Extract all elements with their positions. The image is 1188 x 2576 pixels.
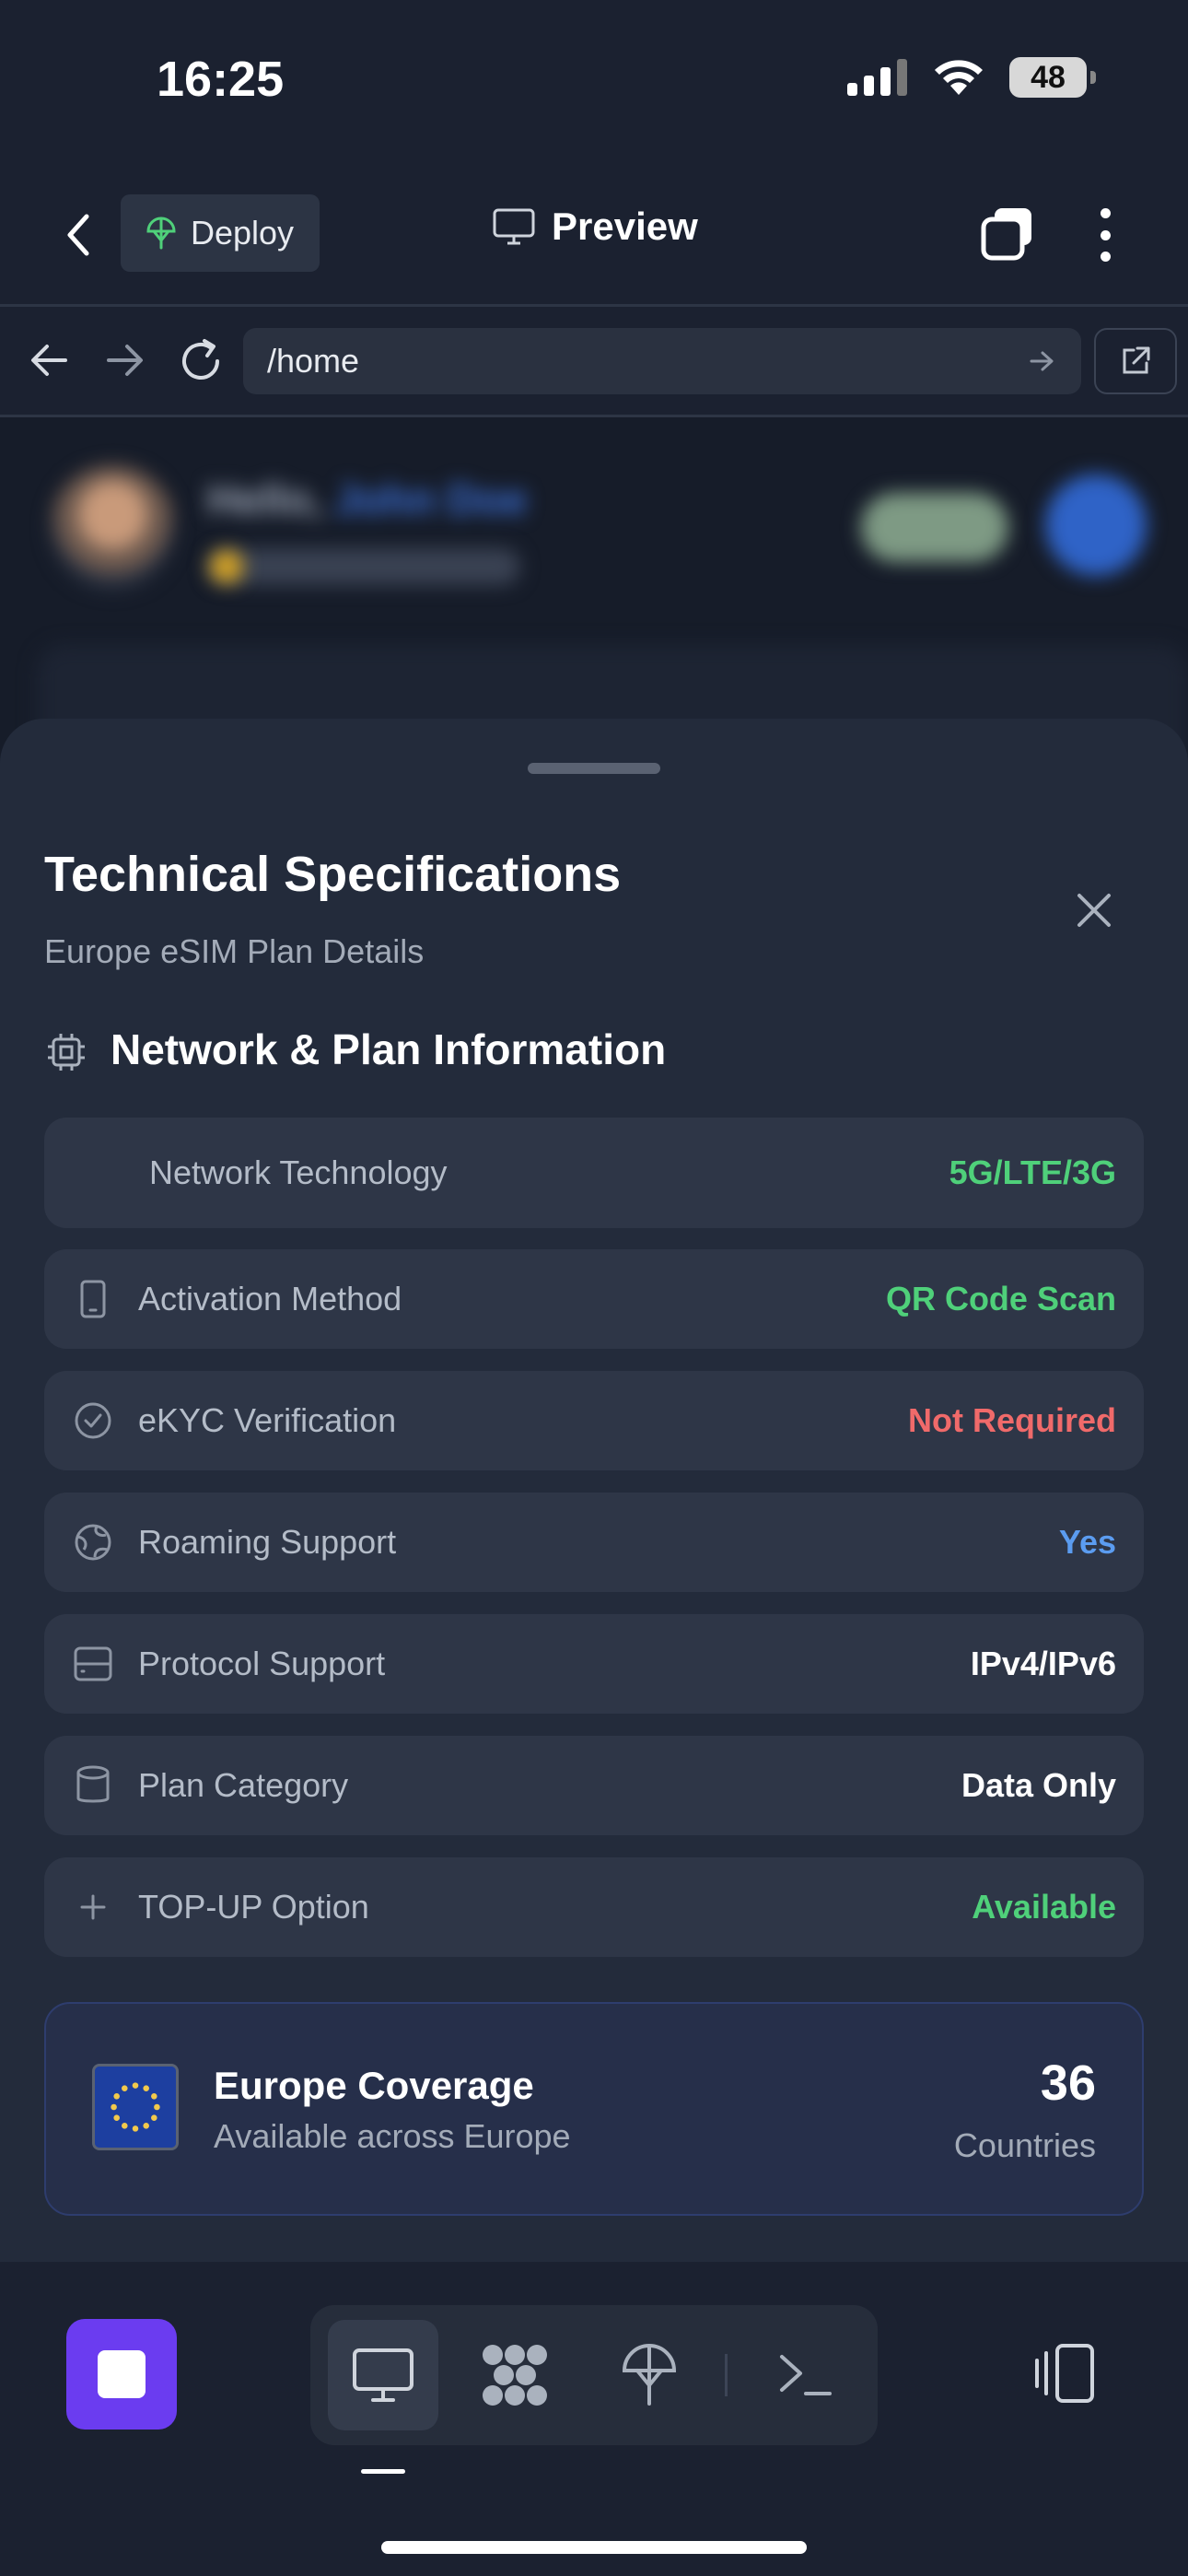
- dot: [1100, 229, 1111, 240]
- dot: [1100, 252, 1111, 262]
- section-title: Network & Plan Information: [111, 1025, 667, 1073]
- grid-blob-icon: [483, 2345, 547, 2406]
- tool-preview[interactable]: [342, 2334, 425, 2417]
- greeting: Hello, John Doe: [207, 474, 528, 524]
- deploy-label: Deploy: [191, 214, 295, 252]
- terminal-icon: [780, 2355, 832, 2395]
- chevron-left-icon: [67, 214, 89, 256]
- dot: [1100, 208, 1111, 218]
- deploy-icon: [622, 2344, 677, 2406]
- panel-toggle-icon[interactable]: [1024, 2333, 1107, 2416]
- spec-row-ekyc-verification: eKYC Verification Not Required: [44, 1371, 1144, 1470]
- cpu-icon: [48, 1034, 85, 1071]
- monitor-icon: [353, 2348, 413, 2402]
- preview-title: Preview: [493, 205, 698, 249]
- spec-label: Network Technology: [149, 1153, 448, 1191]
- tabs-icon[interactable]: [978, 205, 1037, 263]
- server-icon: [72, 1643, 114, 1685]
- wifi-icon: [935, 60, 983, 95]
- status-time: 16:25: [157, 52, 285, 107]
- arrow-left-icon[interactable]: [23, 337, 78, 383]
- deploy-button[interactable]: Deploy: [121, 194, 320, 272]
- status-dot: [210, 550, 243, 583]
- stop-icon: [98, 2350, 146, 2398]
- deploy-icon: [146, 217, 176, 250]
- battery-icon: 48: [1009, 57, 1096, 98]
- spec-row-activation-method: Activation Method QR Code Scan: [44, 1249, 1144, 1349]
- globe-icon: [72, 1521, 114, 1563]
- home-indicator[interactable]: [381, 2541, 807, 2554]
- spec-label: Roaming Support: [138, 1523, 397, 1561]
- eu-flag-icon: [92, 2064, 179, 2150]
- spec-value: 5G/LTE/3G: [949, 1153, 1116, 1191]
- spec-value: Yes: [1058, 1523, 1116, 1561]
- battery-level: 48: [1031, 59, 1066, 95]
- sheet-grabber[interactable]: [528, 763, 660, 774]
- sheet-subtitle: Europe eSIM Plan Details: [44, 932, 425, 970]
- stop-button[interactable]: [66, 2319, 177, 2430]
- open-external-button[interactable]: [1094, 328, 1177, 394]
- url-bar[interactable]: /home: [243, 328, 1081, 394]
- spec-value: Not Required: [907, 1401, 1116, 1439]
- spec-value: Available: [972, 1888, 1116, 1926]
- spec-row-protocol-support: Protocol Support IPv4/IPv6: [44, 1614, 1144, 1714]
- signal-icon: [847, 59, 907, 96]
- spec-label: TOP-UP Option: [138, 1888, 369, 1926]
- reload-icon[interactable]: [173, 334, 228, 389]
- spec-label: eKYC Verification: [138, 1401, 397, 1439]
- url-text: /home: [267, 342, 360, 380]
- tool-separator: [725, 2354, 728, 2396]
- spec-row-plan-category: Plan Category Data Only: [44, 1736, 1144, 1835]
- spec-row-roaming-support: Roaming Support Yes: [44, 1493, 1144, 1592]
- tool-deploy[interactable]: [608, 2334, 691, 2417]
- plus-icon: [72, 1886, 114, 1928]
- spec-label: Activation Method: [138, 1280, 402, 1317]
- profile-circle: [1045, 474, 1147, 576]
- countries-count: 36: [1040, 2055, 1096, 2111]
- more-options-button[interactable]: [1087, 203, 1124, 267]
- tool-terminal[interactable]: [764, 2334, 847, 2417]
- spec-label: Protocol Support: [138, 1645, 386, 1682]
- status-indicators: 48: [847, 57, 1096, 98]
- greeting-text: Hello,: [207, 475, 335, 523]
- countries-label: Countries: [953, 2126, 1096, 2164]
- spec-label: Plan Category: [138, 1766, 349, 1804]
- preview-label: Preview: [552, 205, 698, 248]
- arrow-right-icon[interactable]: [96, 337, 151, 383]
- spec-row-network-technology: Network Technology 5G/LTE/3G: [44, 1118, 1144, 1228]
- go-arrow-icon[interactable]: [1028, 348, 1057, 374]
- user-name: John Doe: [334, 475, 528, 523]
- sheet-title: Technical Specifications: [44, 847, 622, 902]
- phone-icon: [72, 1278, 114, 1320]
- spec-value: QR Code Scan: [885, 1280, 1116, 1317]
- monitor-icon: [493, 208, 535, 245]
- avatar: [51, 465, 175, 590]
- spec-row-top-up-option: TOP-UP Option Available: [44, 1857, 1144, 1957]
- back-button[interactable]: [51, 203, 106, 267]
- database-icon: [72, 1764, 114, 1807]
- tool-extensions[interactable]: [473, 2334, 556, 2417]
- coverage-title: Europe Coverage: [214, 2064, 534, 2107]
- active-tab-indicator: [361, 2469, 405, 2474]
- status-badge: [861, 493, 1008, 562]
- coverage-card: [44, 2002, 1144, 2216]
- close-icon[interactable]: [1066, 883, 1122, 938]
- subtitle-pill: [207, 548, 520, 585]
- header-divider: [0, 304, 1188, 307]
- check-circle-icon: [72, 1399, 114, 1442]
- coverage-subtitle: Available across Europe: [214, 2117, 571, 2155]
- external-link-icon: [1123, 346, 1150, 374]
- spec-value: Data Only: [961, 1766, 1116, 1804]
- spec-value: IPv4/IPv6: [970, 1645, 1116, 1682]
